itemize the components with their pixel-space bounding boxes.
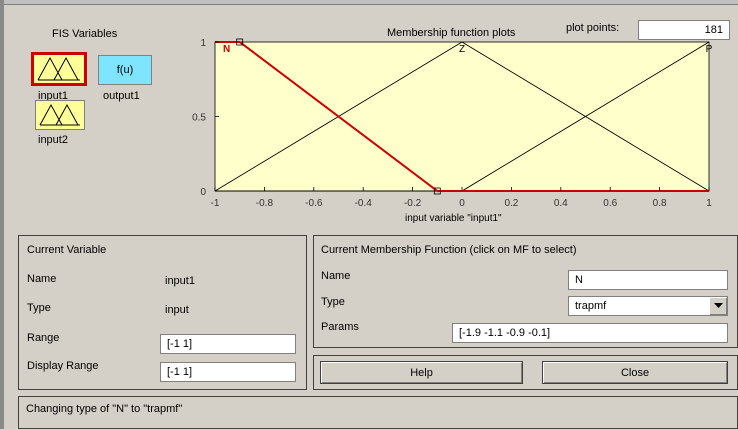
mf-label-p[interactable]: P: [706, 44, 713, 55]
y-tick-label: 1: [200, 38, 206, 49]
close-button[interactable]: Close: [542, 361, 728, 384]
output1-label: output1: [103, 90, 140, 102]
x-tick-label: 0.6: [603, 198, 617, 209]
x-tick-label: 1: [706, 198, 712, 209]
help-button[interactable]: Help: [320, 361, 523, 384]
mf-triangles-icon: [37, 56, 80, 81]
x-tick-label: 0.2: [504, 198, 518, 209]
plot-points-input[interactable]: 181: [638, 20, 730, 40]
range-input[interactable]: [-1 1]: [160, 334, 296, 354]
y-tick-label: 0.5: [192, 113, 206, 124]
plot-area: [214, 41, 710, 192]
x-tick-label: -1: [211, 198, 220, 209]
plot-points-label: plot points:: [566, 22, 620, 34]
status-message: Changing type of "N" to "trapmf": [26, 403, 183, 415]
window-left-edge: [0, 0, 4, 429]
range-label: Range: [27, 332, 60, 344]
mf-label-n[interactable]: N: [223, 44, 230, 55]
variable-type-value: input: [165, 304, 189, 316]
x-tick-label: -0.8: [256, 198, 274, 209]
input1-variable-box[interactable]: [31, 52, 87, 86]
mf-params-label: Params: [321, 321, 359, 333]
x-tick-label: -0.6: [305, 198, 323, 209]
y-tick-label: 0: [200, 187, 206, 198]
mf-label-z[interactable]: Z: [459, 44, 465, 55]
variable-name-label: Name: [27, 273, 57, 285]
x-tick-label: 0.4: [554, 198, 568, 209]
chevron-down-icon[interactable]: [709, 297, 727, 315]
plot-x-axis-label: input variable "input1": [405, 213, 502, 224]
variable-type-label: Type: [27, 302, 51, 314]
membership-function-plot[interactable]: Z P N -1 -0.8 -0.6 -0.4 -0.2 0 0.2 0.4 0.6 0.8 1 0 0.5…: [190, 38, 730, 224]
mf-name-label: Name: [321, 270, 351, 282]
fis-variables-title: FIS Variables: [52, 28, 118, 40]
output1-variable-box[interactable]: f(u): [98, 55, 152, 85]
mf-name-input[interactable]: N: [568, 270, 728, 290]
variable-name-value: input1: [165, 275, 195, 287]
mf-triangles-icon: [39, 103, 80, 126]
output1-symbol: f(u): [116, 64, 134, 76]
display-range-label: Display Range: [27, 360, 99, 372]
window-top-edge: [0, 0, 738, 5]
x-tick-label: 0: [459, 198, 465, 209]
input2-variable-box[interactable]: [35, 100, 85, 130]
input2-label: input2: [38, 134, 68, 146]
mf-type-value: trapmf: [575, 300, 607, 312]
x-tick-label: -0.2: [404, 198, 422, 209]
x-tick-label: -0.4: [355, 198, 373, 209]
mf-params-input[interactable]: [-1.9 -1.1 -0.9 -0.1]: [452, 323, 728, 343]
x-tick-label: 0.8: [653, 198, 667, 209]
mf-type-label: Type: [321, 296, 345, 308]
display-range-input[interactable]: [-1 1]: [160, 362, 296, 382]
mf-type-dropdown[interactable]: trapmf: [568, 296, 728, 316]
current-mf-title: Current Membership Function (click on MF…: [321, 244, 577, 256]
current-variable-title: Current Variable: [27, 244, 107, 256]
